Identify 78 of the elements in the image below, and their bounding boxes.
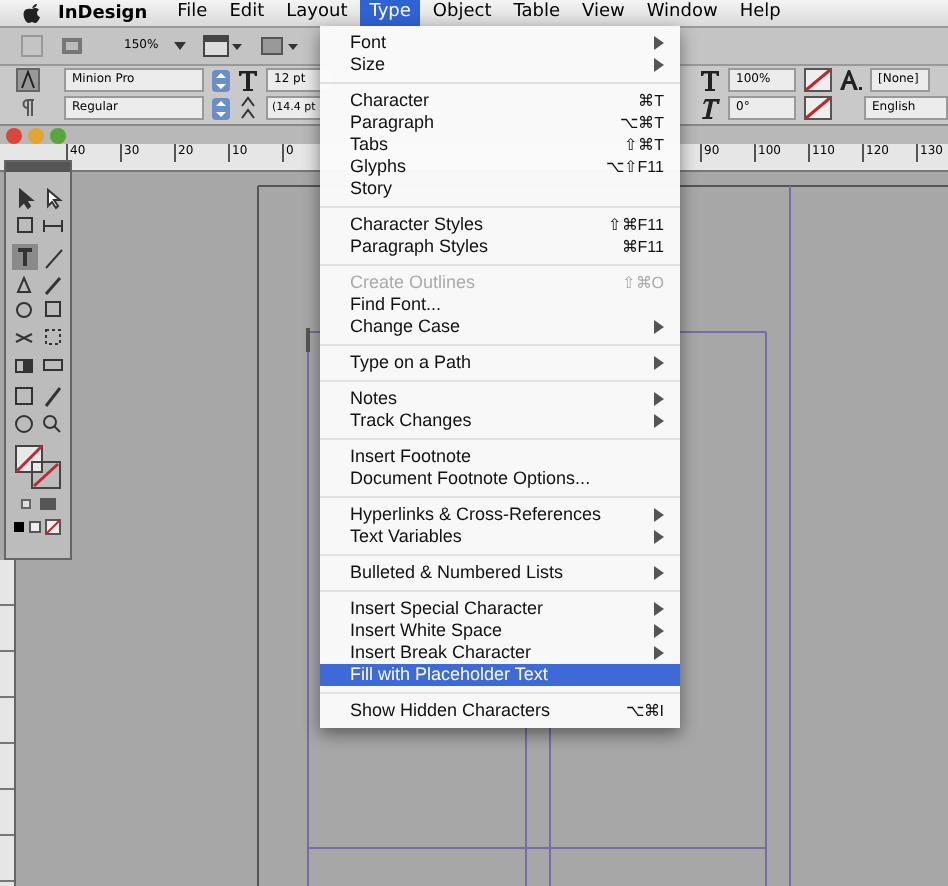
character-style-icon (840, 70, 862, 91)
menu-item-label: Story (350, 178, 395, 200)
menu-item[interactable]: Font (320, 32, 680, 54)
menu-item-label: Insert Special Character (350, 598, 546, 620)
keyboard-shortcut: ⇧⌘O (621, 272, 664, 294)
menu-item[interactable]: Find Font... (320, 294, 680, 316)
menu-item-label: Paragraph (350, 112, 437, 134)
menu-item[interactable]: Table (503, 0, 570, 26)
menu-item[interactable]: Insert Break Character (320, 642, 680, 664)
keyboard-shortcut: ⇧⌘F11 (607, 214, 664, 236)
menu-item[interactable]: Story (320, 178, 680, 200)
screen-mode-icon[interactable] (258, 33, 299, 58)
menu-item[interactable]: Window (636, 0, 728, 26)
fill-swatch-icon[interactable] (804, 96, 832, 121)
menu-item[interactable]: Text Variables (320, 526, 680, 548)
menu-item-label: Insert White Space (350, 620, 505, 642)
menu-item[interactable]: Fill with Placeholder Text (320, 664, 680, 686)
menu-item[interactable]: Character ⌘T (320, 90, 680, 112)
keyboard-shortcut: ⌥⇧F11 (605, 156, 664, 178)
menu-item[interactable]: Insert Special Character (320, 598, 680, 620)
menu-item[interactable]: Character Styles ⇧⌘F11 (320, 214, 680, 236)
menu-item-label: Font (350, 32, 389, 54)
keyboard-shortcut: ⌘F11 (621, 236, 664, 258)
menu-item[interactable]: Help (729, 0, 791, 26)
menu-item-label: Document Footnote Options... (350, 468, 593, 490)
menu-item-label: Fill with Placeholder Text (350, 664, 550, 686)
app-name[interactable]: InDesign (58, 3, 148, 23)
menu-item-label: Type on a Path (350, 352, 474, 374)
menu-item[interactable]: Document Footnote Options... (320, 468, 680, 490)
menu-item-label: Bulleted & Numbered Lists (350, 562, 566, 584)
menu-item-label: Track Changes (350, 410, 474, 432)
menu-item[interactable]: View (572, 0, 635, 26)
menu-item-label: Tabs (350, 134, 391, 156)
menu-item-label: Notes (350, 388, 400, 410)
menu-item-label: Paragraph Styles (350, 236, 491, 258)
menu-item[interactable]: File (167, 0, 218, 26)
keyboard-shortcut: ⌥⌘I (625, 700, 664, 722)
menu-item-label: Change Case (350, 316, 463, 338)
menu-item-label: Create Outlines (350, 272, 478, 294)
leading-icon (238, 96, 258, 121)
menu-item-label: Character Styles (350, 214, 486, 236)
vertical-scale-icon (700, 69, 720, 92)
stroke-swatch-icon[interactable] (804, 68, 832, 93)
keyboard-shortcut: ⌥⌘T (620, 112, 664, 134)
menu-item-label: Insert Footnote (350, 446, 474, 468)
menu-item-label: Text Variables (350, 526, 464, 548)
menu-item[interactable]: Notes (320, 388, 680, 410)
skew-icon (700, 97, 720, 120)
font-size-icon (238, 69, 258, 92)
menu-item[interactable]: Edit (219, 0, 275, 26)
menu-item[interactable]: Hyperlinks & Cross-References (320, 504, 680, 526)
menu-item-label: Character (350, 90, 432, 112)
menu-item[interactable]: Show Hidden Characters ⌥⌘I (320, 700, 680, 722)
stepper-icon[interactable] (212, 69, 230, 92)
menu-item-label: Find Font... (350, 294, 444, 316)
menu-item-label: Hyperlinks & Cross-References (350, 504, 604, 526)
view-options-icon[interactable] (202, 33, 243, 58)
character-mode-icon[interactable] (16, 68, 40, 93)
menu-item[interactable]: Insert White Space (320, 620, 680, 642)
menu-item-label: Show Hidden Characters (350, 700, 553, 722)
dropdown-arrow-icon[interactable] (174, 39, 187, 52)
menu-item[interactable]: Paragraph ⌥⌘T (320, 112, 680, 134)
menu-item[interactable]: Bulleted & Numbered Lists (320, 562, 680, 584)
menu-item[interactable]: Track Changes (320, 410, 680, 432)
menu-item[interactable]: Insert Footnote (320, 446, 680, 468)
keyboard-shortcut: ⌘T (638, 90, 664, 112)
menu-item[interactable]: Paragraph Styles ⌘F11 (320, 236, 680, 258)
menu-item[interactable]: Change Case (320, 316, 680, 338)
apple-icon[interactable] (22, 2, 42, 24)
menu-item[interactable]: Object (422, 0, 502, 26)
menu-item-label: Size (350, 54, 388, 76)
stepper-icon[interactable] (212, 97, 230, 120)
menu-item[interactable]: Type on a Path (320, 352, 680, 374)
menu-item[interactable]: Type (359, 0, 421, 26)
menu-item-label: Insert Break Character (350, 642, 534, 664)
keyboard-shortcut: ⇧⌘T (624, 134, 664, 156)
menu-item[interactable]: Layout (276, 0, 358, 26)
menu-item-label: Glyphs (350, 156, 409, 178)
